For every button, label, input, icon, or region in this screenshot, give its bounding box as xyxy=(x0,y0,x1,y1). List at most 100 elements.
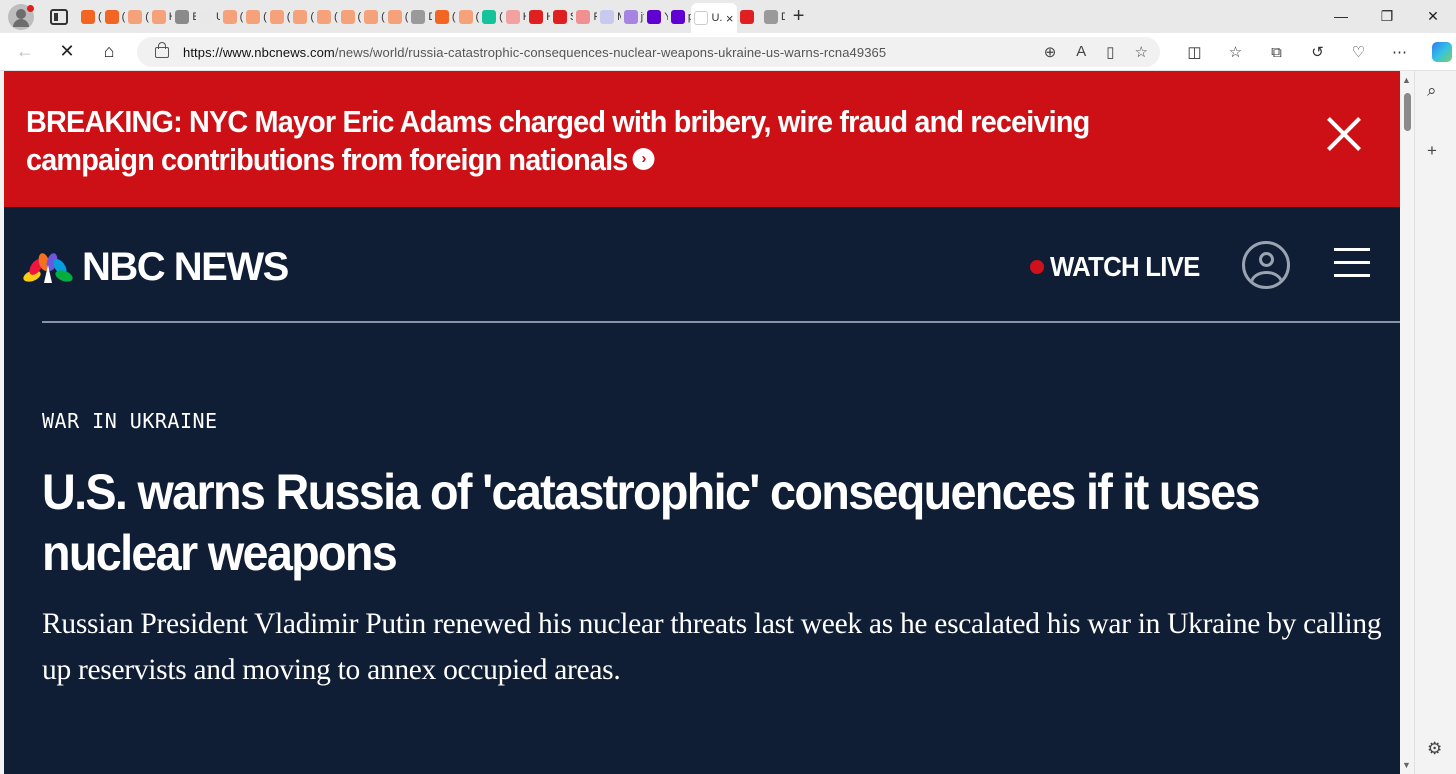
browser-essentials-icon[interactable]: ♡ xyxy=(1338,43,1379,61)
close-banner-button[interactable] xyxy=(1326,117,1360,151)
tab-active[interactable]: U. × xyxy=(691,3,738,33)
url-path: /news/world/russia-catastrophic-conseque… xyxy=(334,44,887,60)
tab-favicon-icon xyxy=(222,9,237,24)
tab-0[interactable]: (1( xyxy=(78,3,102,31)
tab-19[interactable]: Hc xyxy=(526,3,550,31)
tab-4[interactable]: En xyxy=(172,3,196,31)
scroll-down-arrow-icon[interactable]: ▼ xyxy=(1402,760,1411,770)
sidebar-settings-icon[interactable]: ⚙ xyxy=(1427,739,1442,759)
user-account-icon[interactable] xyxy=(1242,241,1290,289)
chevron-right-icon[interactable]: › xyxy=(632,147,655,170)
address-bar[interactable]: https://www.nbcnews.com/news/world/russi… xyxy=(137,37,1160,67)
tab-14[interactable]: De xyxy=(408,3,432,31)
tab-favicon-icon xyxy=(246,9,261,24)
tab-favicon-icon xyxy=(293,9,308,24)
tab-1[interactable]: (1( xyxy=(102,3,125,31)
tab-strip-after: DF xyxy=(737,0,785,33)
tab-favicon-icon xyxy=(151,9,166,24)
tab-7[interactable]: (1( xyxy=(243,3,267,31)
close-window-button[interactable]: ✕ xyxy=(1410,0,1456,33)
lock-icon[interactable] xyxy=(155,41,169,58)
watch-live-button[interactable]: WATCH LIVE xyxy=(1030,251,1213,283)
nbc-news-logo[interactable]: NBC NEWS xyxy=(22,245,289,290)
tab-favicon-icon xyxy=(128,9,143,24)
header-divider xyxy=(42,321,1400,323)
tab-25[interactable]: pu xyxy=(668,3,691,31)
logo-text: NBC NEWS xyxy=(82,245,289,289)
url-text[interactable]: https://www.nbcnews.com/news/world/russi… xyxy=(183,45,886,60)
tab-10[interactable]: (1( xyxy=(314,3,338,31)
tab-16[interactable]: (1( xyxy=(456,3,479,31)
address-toolbar: ← ✕ ⌂ https://www.nbcnews.com/news/world… xyxy=(0,33,1456,71)
article-eyebrow[interactable]: WAR IN UKRAINE xyxy=(42,409,218,433)
profile-avatar-icon[interactable] xyxy=(8,3,34,30)
tab-12[interactable]: (1( xyxy=(361,3,385,31)
tab-after-0[interactable] xyxy=(737,3,761,31)
tab-favicon-icon xyxy=(740,9,755,24)
zoom-icon[interactable]: ⊕ xyxy=(1044,43,1057,61)
tab-22[interactable]: Ma xyxy=(597,3,621,31)
tab-9[interactable]: (1( xyxy=(290,3,314,31)
minimize-button[interactable]: — xyxy=(1318,0,1364,33)
tab-favicon-icon xyxy=(600,9,615,24)
watch-live-label: WATCH LIVE xyxy=(1050,251,1200,282)
tab-20[interactable]: Se xyxy=(550,3,573,31)
window-controls: — ❐ ✕ xyxy=(1318,0,1456,33)
breaking-news-text[interactable]: BREAKING: NYC Mayor Eric Adams charged w… xyxy=(26,103,1207,179)
tab-15[interactable]: (1( xyxy=(432,3,456,31)
tab-after-1[interactable]: DF xyxy=(761,3,785,31)
tab-favicon-icon xyxy=(364,9,379,24)
tab-21[interactable]: Fr( xyxy=(573,3,597,31)
peacock-logo-icon xyxy=(23,252,73,283)
scroll-thumb[interactable] xyxy=(1404,93,1411,131)
tab-23[interactable]: jfk xyxy=(621,3,644,31)
page-scrollbar[interactable]: ▲ ▼ xyxy=(1400,71,1414,774)
tab-3[interactable]: Hc xyxy=(149,3,172,31)
tab-favicon-icon xyxy=(670,9,685,24)
url-actions: ⊕ A ▯ ☆ xyxy=(1044,43,1148,61)
scroll-up-arrow-icon[interactable]: ▲ xyxy=(1402,75,1411,85)
read-aloud-icon[interactable]: A xyxy=(1076,43,1086,61)
article-headline: U.S. warns Russia of 'catastrophic' cons… xyxy=(42,464,1260,581)
collections-icon[interactable]: ⧉ xyxy=(1256,44,1297,61)
new-tab-button[interactable]: + xyxy=(785,5,813,28)
tab-5[interactable]: US xyxy=(196,3,220,31)
tab-17[interactable]: (4! xyxy=(479,3,503,31)
site-header: NBC NEWS WATCH LIVE xyxy=(4,207,1400,323)
stop-loading-button[interactable]: ✕ xyxy=(48,41,86,62)
tab-close-icon[interactable]: × xyxy=(726,11,734,26)
sidebar-search-icon[interactable]: ⌕ xyxy=(1427,81,1437,101)
restore-button[interactable]: ❐ xyxy=(1364,0,1410,33)
tab-favicon-icon xyxy=(505,9,520,24)
favorite-star-icon[interactable]: ☆ xyxy=(1135,43,1148,61)
tab-favicon-icon xyxy=(552,9,567,24)
tab-2[interactable]: (1( xyxy=(125,3,149,31)
tab-11[interactable]: (1( xyxy=(338,3,361,31)
tab-actions-icon[interactable] xyxy=(50,8,68,25)
tab-favicon-icon xyxy=(81,9,95,24)
breaking-news-banner[interactable]: BREAKING: NYC Mayor Eric Adams charged w… xyxy=(4,71,1400,207)
tab-label: U. xyxy=(711,12,723,24)
home-button[interactable]: ⌂ xyxy=(90,41,128,62)
live-dot-icon xyxy=(1030,260,1044,274)
tab-favicon-icon xyxy=(269,9,284,24)
hamburger-menu-icon[interactable] xyxy=(1334,248,1370,278)
history-icon[interactable]: ↺ xyxy=(1297,43,1338,61)
tab-6[interactable]: (1( xyxy=(220,3,243,31)
tab-favicon-icon xyxy=(434,9,449,24)
tab-favicon-icon xyxy=(104,9,119,24)
tab-8[interactable]: (1( xyxy=(267,3,290,31)
favorites-icon[interactable]: ☆ xyxy=(1215,43,1256,61)
split-screen-icon[interactable]: ◫ xyxy=(1174,43,1215,61)
tab-favicon-icon xyxy=(387,9,402,24)
immersive-reader-icon[interactable]: ▯ xyxy=(1106,43,1114,61)
copilot-icon[interactable] xyxy=(1432,42,1452,62)
tab-favicon-icon xyxy=(482,9,497,24)
tab-18[interactable]: Hc xyxy=(503,3,526,31)
tab-24[interactable]: Ya xyxy=(644,3,668,31)
tab-13[interactable]: (1( xyxy=(385,3,408,31)
back-button[interactable]: ← xyxy=(6,41,44,62)
more-menu-icon[interactable]: ⋯ xyxy=(1379,43,1420,61)
breaking-news-headline[interactable]: BREAKING: NYC Mayor Eric Adams charged w… xyxy=(26,104,1090,177)
sidebar-add-icon[interactable]: + xyxy=(1427,141,1437,161)
